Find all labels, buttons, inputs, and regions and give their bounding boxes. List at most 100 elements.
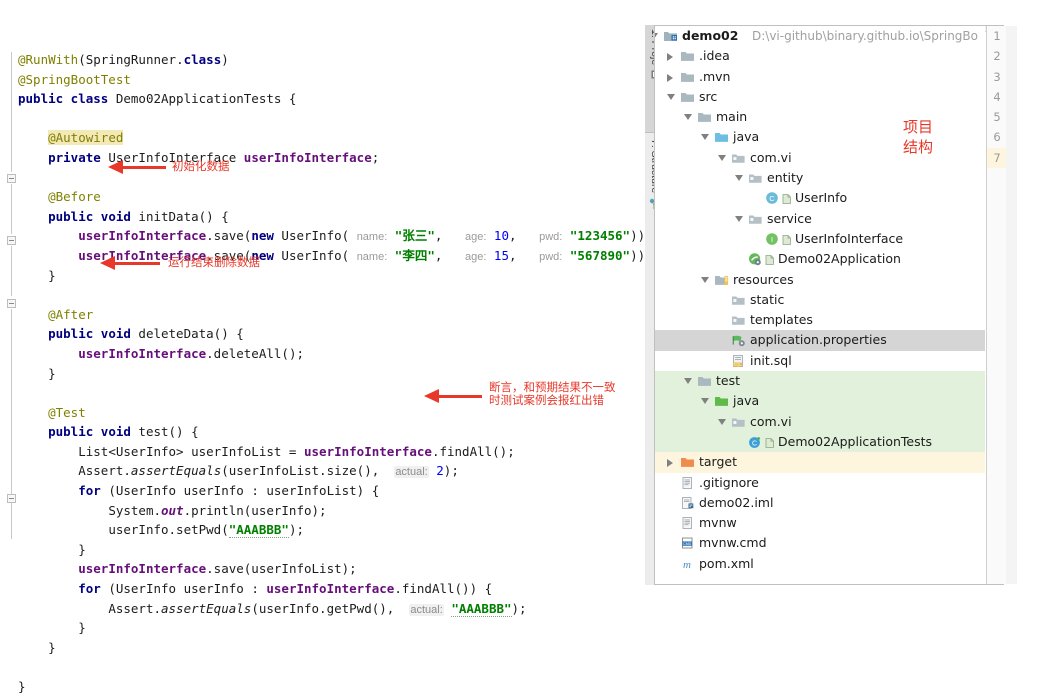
- tree-row[interactable]: m pom.xml: [655, 554, 985, 574]
- fold-collapse-marker[interactable]: [7, 299, 16, 308]
- code-editor-panel[interactable]: @RunWith(SpringRunner.class) @SpringBootT…: [0, 0, 653, 694]
- tree-row[interactable]: mvnw: [655, 513, 985, 533]
- code-token: userInfo.setPwd(: [108, 522, 229, 538]
- code-token: "123456": [569, 228, 631, 244]
- fold-line: [11, 246, 12, 296]
- code-token: }: [48, 365, 56, 381]
- tree-row[interactable]: static: [655, 290, 985, 310]
- line-number-gutter: 1 2 3 4 5 6 7: [986, 26, 1007, 584]
- java-source-mark-icon: [764, 435, 779, 449]
- chevron-down-icon[interactable]: [735, 175, 743, 182]
- java-class-icon: C: [765, 191, 780, 205]
- code-line: for (UserInfo userInfo : userInfoInterfa…: [18, 579, 638, 599]
- editor-fold-gutter[interactable]: [0, 44, 18, 584]
- code-token: (userInfoList.size(),: [221, 463, 395, 479]
- code-token: 15: [493, 247, 509, 263]
- chevron-down-icon[interactable]: [701, 276, 709, 283]
- tree-row-label: service: [767, 210, 812, 226]
- chevron-down-icon[interactable]: [667, 93, 675, 100]
- line-number: 4: [993, 89, 1001, 104]
- tree-row[interactable]: C UserInfo: [655, 188, 985, 208]
- tree-row[interactable]: java: [655, 127, 985, 147]
- code-token: "张三": [394, 228, 435, 244]
- project-tree[interactable]: demo02 D:\vi-github\binary.github.io\Spri…: [655, 26, 985, 584]
- tree-row[interactable]: service: [655, 209, 985, 229]
- tree-row-label: UserInfo: [795, 190, 848, 206]
- chevron-down-icon[interactable]: [735, 215, 743, 222]
- text-file-icon: [680, 476, 695, 490]
- chevron-right-icon[interactable]: [667, 459, 673, 468]
- chevron-down-icon[interactable]: [718, 154, 726, 161]
- package-icon: [731, 415, 746, 429]
- tree-row-label: com.vi: [750, 413, 792, 429]
- code-token: System.: [108, 502, 161, 518]
- tree-row[interactable]: target: [655, 452, 985, 473]
- tree-row-label: main: [716, 109, 748, 125]
- tree-row-label: demo02.iml: [699, 494, 774, 510]
- project-structure-note: 项目 结构: [903, 118, 934, 156]
- chevron-down-icon[interactable]: [684, 378, 692, 385]
- code-token: }: [48, 267, 56, 283]
- code-line: }: [18, 540, 638, 560]
- tree-row[interactable]: test: [655, 371, 985, 392]
- chevron-down-icon[interactable]: [701, 134, 709, 141]
- svg-text:C: C: [769, 194, 775, 203]
- code-token: @Test: [48, 404, 86, 420]
- chevron-right-icon[interactable]: [667, 73, 673, 82]
- tree-row-label: application.properties: [750, 332, 887, 348]
- tree-row[interactable]: .idea: [655, 46, 985, 66]
- chevron-down-icon[interactable]: [655, 33, 658, 39]
- tree-row[interactable]: entity: [655, 168, 985, 188]
- svg-text:C: C: [752, 440, 757, 447]
- tree-row[interactable]: C Demo02ApplicationTests: [655, 431, 985, 453]
- chevron-down-icon[interactable]: [684, 114, 692, 121]
- fold-collapse-marker[interactable]: [7, 494, 16, 503]
- tree-row[interactable]: com.vi: [655, 411, 985, 432]
- tree-row[interactable]: demo02 D:\vi-github\binary.github.io\Spri…: [655, 26, 985, 46]
- code-token: }: [48, 639, 56, 655]
- tree-row[interactable]: Demo02Application: [655, 249, 985, 269]
- code-token: @SpringBootTest: [18, 71, 131, 87]
- fold-collapse-marker[interactable]: [7, 236, 16, 245]
- code-text[interactable]: @RunWith(SpringRunner.class) @SpringBootT…: [18, 50, 653, 697]
- tree-row-label: java: [733, 129, 760, 145]
- code-token: 2: [436, 463, 444, 479]
- code-token: );: [288, 522, 305, 538]
- fold-line: [11, 52, 12, 172]
- tree-row[interactable]: src: [655, 87, 985, 107]
- tree-row[interactable]: I UserInfoInterface: [655, 229, 985, 249]
- code-line: Assert.assertEquals(userInfoList.size(),…: [18, 461, 638, 481]
- chevron-down-icon[interactable]: [701, 398, 709, 405]
- tree-row[interactable]: application.properties: [655, 330, 985, 351]
- chevron-right-icon[interactable]: [667, 53, 673, 62]
- chevron-down-icon[interactable]: [718, 418, 726, 425]
- package-icon: [748, 212, 763, 226]
- folder-icon: [697, 110, 712, 124]
- code-line: userInfoInterface.save(userInfoList);: [18, 559, 638, 579]
- code-token: .deleteAll();: [206, 345, 304, 361]
- code-token: );: [511, 600, 527, 616]
- tree-row[interactable]: .gitignore: [655, 473, 985, 493]
- java-source-mark-icon: [781, 232, 796, 246]
- code-token: ;: [371, 149, 380, 165]
- tree-row[interactable]: templates: [655, 310, 985, 330]
- tree-row-label: .mvn: [699, 68, 731, 84]
- tree-row[interactable]: resources: [655, 270, 985, 290]
- tree-row[interactable]: java: [655, 391, 985, 412]
- code-token: Demo02ApplicationTests {: [115, 91, 297, 107]
- fold-collapse-marker[interactable]: [7, 174, 16, 183]
- tree-row-label: entity: [767, 170, 804, 186]
- vertical-scrollbar[interactable]: [1006, 26, 1017, 584]
- code-token: .save(userInfoList);: [206, 561, 357, 577]
- code-token: out: [161, 502, 184, 518]
- tree-row[interactable]: demo02.iml: [655, 493, 985, 513]
- tree-row[interactable]: .mvn: [655, 67, 985, 87]
- tree-row[interactable]: main: [655, 107, 985, 127]
- tree-row-label: init.sql: [750, 352, 792, 368]
- tree-row[interactable]: com.vi: [655, 148, 985, 168]
- tree-row[interactable]: CMD mvnw.cmd: [655, 533, 985, 553]
- tree-row[interactable]: SQL init.sql: [655, 351, 985, 371]
